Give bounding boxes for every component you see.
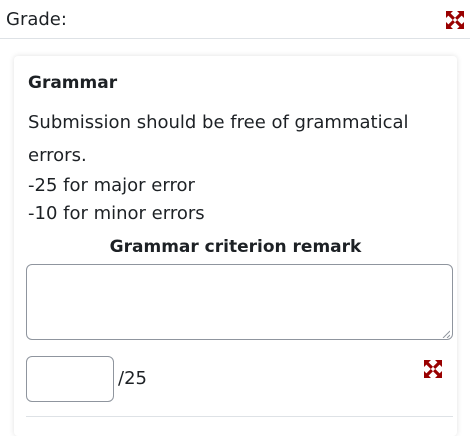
remark-label: Grammar criterion remark (109, 237, 362, 257)
criterion-rules: -25 for major error -10 for minor errors (28, 172, 205, 228)
remark-textarea[interactable] (26, 264, 453, 340)
card-divider (26, 416, 453, 417)
score-input[interactable] (26, 356, 114, 402)
grade-header: Grade: (0, 0, 470, 39)
expand-arrows-icon[interactable] (424, 360, 442, 378)
score-max: /25 (118, 368, 147, 389)
resize-grip-icon[interactable] (442, 330, 450, 338)
grade-label: Grade: (6, 9, 67, 30)
criterion-description: Submission should be free of grammatical… (28, 112, 409, 166)
criterion-card: Grammar Submission should be free of gra… (14, 56, 457, 436)
expand-arrows-icon[interactable] (446, 11, 464, 29)
criterion-title: Grammar (28, 73, 118, 93)
rule-major-error: -25 for major error (28, 175, 195, 196)
rule-minor-errors: -10 for minor errors (28, 203, 205, 224)
